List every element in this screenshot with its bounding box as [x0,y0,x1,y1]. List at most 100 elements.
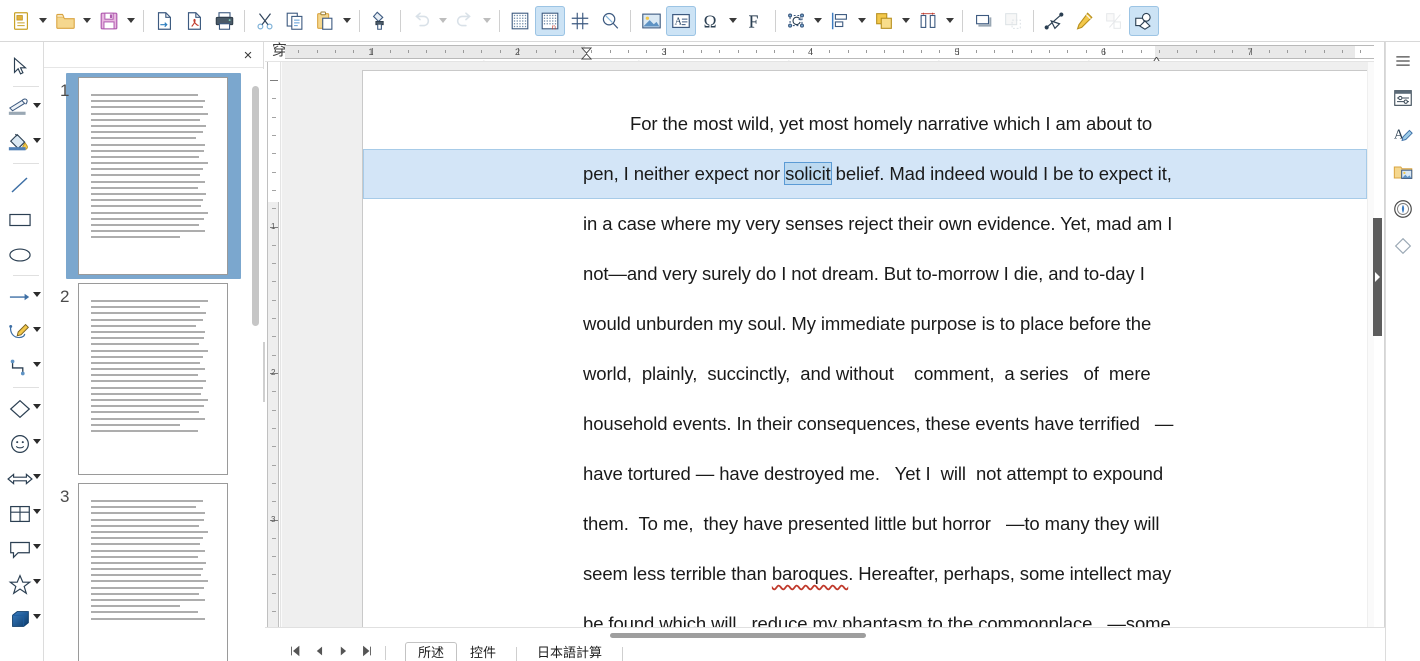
export-pdf-button[interactable] [179,6,209,36]
basic-shapes-tool[interactable] [0,391,44,426]
document-line[interactable]: in a case where my very senses reject th… [583,199,1282,249]
3d-objects-tool-dropdown[interactable] [33,614,41,619]
tab-notes[interactable]: 日本語計算 [524,642,615,661]
redo-button-dropdown[interactable] [480,6,494,36]
snap-to-grid-button[interactable]: n [535,6,565,36]
arrange-button-dropdown[interactable] [899,6,913,36]
edit-points-button[interactable] [1039,6,1069,36]
flowchart-tool[interactable] [0,496,44,531]
paste-button-dropdown[interactable] [340,6,354,36]
3d-objects-tool[interactable] [0,601,44,636]
horizontal-scrollbar[interactable] [305,631,1355,639]
insert-line-tool[interactable] [0,167,44,202]
insert-text-box-button[interactable]: A [666,6,696,36]
selected-word[interactable]: solicit [785,163,831,184]
symbol-shapes-tool-dropdown[interactable] [33,439,41,444]
clone-formatting-button[interactable] [365,6,395,36]
tab-handout[interactable]: 控件 [457,642,509,661]
line-color-tool[interactable] [0,90,44,125]
scrollbar-thumb-horizontal[interactable] [610,633,866,638]
horizontal-ruler-track[interactable]: 1234567⊥⊥⊥⊥⊥ [285,45,1375,59]
document-page[interactable]: For the most wild, yet most homely narra… [362,70,1367,661]
document-line[interactable]: them. To me, they have presented little … [583,499,1282,549]
indent-marker[interactable] [581,47,591,59]
callout-shapes-tool-dropdown[interactable] [33,544,41,549]
show-draw-functions-button[interactable] [1069,6,1099,36]
sidebar-settings-button[interactable] [1390,50,1416,76]
lines-and-arrows-tool-dropdown[interactable] [33,292,41,297]
next-page-button[interactable] [331,644,355,661]
flowchart-tool-dropdown[interactable] [33,509,41,514]
slide-thumbnail-page[interactable] [78,283,228,475]
block-arrows-tool-dropdown[interactable] [33,474,41,479]
scrollbar-thumb-vertical[interactable] [1373,218,1382,336]
slide-thumbnail-item[interactable]: 3 [54,483,234,661]
lines-and-arrows-tool[interactable] [0,279,44,314]
document-line[interactable]: seem less terrible than baroques. Hereaf… [583,549,1282,599]
insert-special-character-button-dropdown[interactable] [726,6,740,36]
open-document-button[interactable] [50,6,80,36]
select-tool[interactable] [0,48,44,83]
arrange-button[interactable] [869,6,899,36]
export-button[interactable] [149,6,179,36]
rotate-button-dropdown[interactable] [811,6,825,36]
zoom-button[interactable] [595,6,625,36]
stars-and-banners-tool[interactable] [0,566,44,601]
block-arrows-tool[interactable] [0,461,44,496]
distribute-selection-button-dropdown[interactable] [943,6,957,36]
ellipse-tool[interactable] [0,237,44,272]
print-button[interactable] [209,6,239,36]
stars-and-banners-tool-dropdown[interactable] [33,579,41,584]
slide-thumbnail-list[interactable]: 1 2 3 [44,69,264,661]
document-text-body[interactable]: For the most wild, yet most homely narra… [363,71,1367,649]
scrollbar-thumb[interactable] [252,86,259,326]
show-gluepoint-functions-button[interactable] [1129,6,1159,36]
open-document-button-dropdown[interactable] [80,6,94,36]
display-grid-button[interactable] [505,6,535,36]
horizontal-ruler[interactable]: 穿; 1234567⊥⊥⊥⊥⊥ [265,42,1385,62]
cut-button[interactable] [250,6,280,36]
toggle-extrusion-button[interactable] [1099,6,1129,36]
properties-button[interactable] [1390,87,1416,113]
paste-button[interactable] [310,6,340,36]
insert-image-button[interactable] [636,6,666,36]
first-page-button[interactable] [283,644,307,661]
new-document-button-dropdown[interactable] [36,6,50,36]
align-objects-button-dropdown[interactable] [855,6,869,36]
tab-normal[interactable]: 所述 [405,642,457,661]
document-line[interactable]: not—and very surely do I not dream. But … [583,249,1282,299]
fill-color-tool-dropdown[interactable] [33,138,41,143]
callout-shapes-tool[interactable] [0,531,44,566]
slide-thumbnail-page[interactable] [78,77,228,275]
new-document-button[interactable] [6,6,36,36]
document-line[interactable]: world, plainly, succinctly, and without … [583,349,1282,399]
gallery-button[interactable] [1390,161,1416,187]
insert-fontwork-button[interactable]: F [740,6,770,36]
editing-canvas[interactable]: For the most wild, yet most homely narra… [282,62,1368,661]
slide-thumbnail-page[interactable] [78,483,228,661]
connectors-tool[interactable] [0,349,44,384]
right-indent-marker[interactable] [1151,52,1161,62]
navigator-button[interactable] [1390,198,1416,224]
rectangle-tool[interactable] [0,202,44,237]
redo-button[interactable] [450,6,480,36]
undo-button[interactable] [406,6,436,36]
curves-and-polygons-tool[interactable] [0,314,44,349]
last-page-button[interactable] [355,644,379,661]
document-line[interactable]: would unburden my soul. My immediate pur… [583,299,1282,349]
crop-image-button[interactable] [998,6,1028,36]
insert-special-character-button[interactable]: Ω [696,6,726,36]
rotate-button[interactable] [781,6,811,36]
document-line[interactable]: household events. In their consequences,… [583,399,1282,449]
document-line[interactable]: pen, I neither expect nor solicit belief… [363,149,1367,199]
display-snap-guides-button[interactable] [565,6,595,36]
styles-button[interactable]: A [1390,124,1416,150]
align-objects-button[interactable] [825,6,855,36]
slide-thumbnail-item[interactable]: 1 [54,77,234,275]
symbol-shapes-tool[interactable] [0,426,44,461]
line-color-tool-dropdown[interactable] [33,103,41,108]
connectors-tool-dropdown[interactable] [33,362,41,367]
vertical-ruler[interactable]: 123 [265,62,281,661]
slide-thumbnail-item[interactable]: 2 [54,283,234,475]
previous-page-button[interactable] [307,644,331,661]
